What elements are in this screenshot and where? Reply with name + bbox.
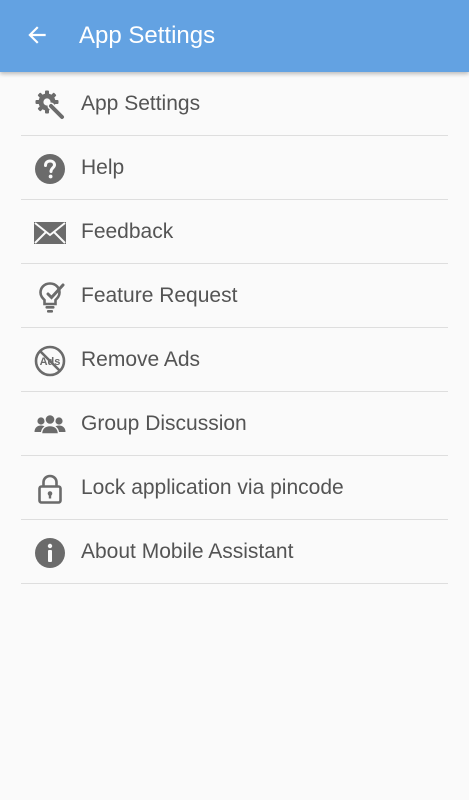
menu-item-lock-application[interactable]: Lock application via pincode	[0, 456, 469, 520]
menu-item-feature-request[interactable]: Feature Request	[0, 264, 469, 328]
menu-item-label: Lock application via pincode	[81, 476, 344, 499]
menu-item-label: Remove Ads	[81, 348, 201, 371]
menu-item-remove-ads[interactable]: Ads Remove Ads	[0, 328, 469, 392]
no-ads-icon: Ads	[33, 344, 66, 377]
arrow-back-icon	[28, 26, 46, 44]
lightbulb-check-icon	[33, 280, 66, 313]
menu-item-help[interactable]: Help	[0, 136, 469, 200]
envelope-icon	[33, 216, 66, 249]
app-bar: App Settings	[0, 0, 469, 72]
info-circle-icon	[33, 536, 66, 569]
menu-item-feedback[interactable]: Feedback	[0, 200, 469, 264]
menu-item-label: Group Discussion	[81, 412, 247, 435]
menu-item-group-discussion[interactable]: Group Discussion	[0, 392, 469, 456]
menu-item-about[interactable]: About Mobile Assistant	[0, 520, 469, 584]
menu-item-label: About Mobile Assistant	[81, 540, 294, 563]
page-title: App Settings	[79, 22, 216, 49]
menu-item-label: Feature Request	[81, 284, 238, 307]
menu-item-label: Feedback	[81, 220, 174, 243]
padlock-icon	[33, 472, 66, 505]
back-button[interactable]	[14, 12, 60, 58]
menu-item-app-settings[interactable]: App Settings	[0, 72, 469, 136]
help-circle-icon	[33, 152, 66, 185]
menu-item-label: App Settings	[81, 92, 201, 115]
settings-menu: App Settings Help Feedback Feature Reque…	[0, 72, 469, 584]
group-icon	[33, 408, 66, 441]
gear-wrench-icon	[33, 88, 66, 121]
menu-item-label: Help	[81, 156, 125, 179]
